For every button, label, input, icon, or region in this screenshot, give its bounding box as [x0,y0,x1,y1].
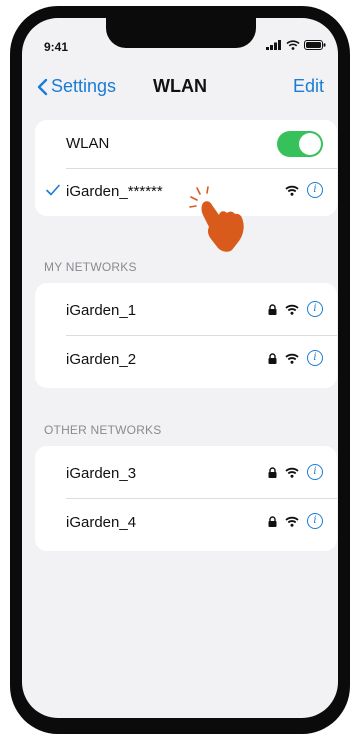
navigation-bar: WLAN Settings Edit [22,68,338,100]
section-header-other-networks: OTHER NETWORKS [44,423,162,437]
phone-side-button [14,274,22,330]
other-networks-card: iGarden_3 i iGarden_4 i [35,446,337,551]
network-row[interactable]: iGarden_2 i [35,336,337,384]
network-row[interactable]: iGarden_3 i [35,450,337,498]
wifi-icon [285,353,299,364]
back-chevron-icon [37,78,48,95]
section-header-my-networks: MY NETWORKS [44,260,137,274]
info-icon[interactable]: i [307,513,323,529]
back-button-label: Settings [51,76,117,96]
wlan-toggle-switch[interactable] [277,131,323,157]
wifi-icon [285,516,299,527]
network-name: iGarden_1 [66,302,137,319]
network-name: iGarden_3 [66,465,137,482]
lock-icon [268,515,277,527]
battery-icon [304,40,326,50]
edit-button[interactable]: Edit [293,76,324,97]
wifi-icon [285,304,299,315]
status-time: 9:41 [44,40,69,54]
connected-network-name: iGarden_****** [66,183,163,200]
row-icons: i [268,350,323,366]
phone-frame: 9:41 WLAN Settings Edit WLAN iGarden_***… [10,6,350,734]
checkmark-icon [46,184,60,196]
lock-icon [268,352,277,364]
wlan-toggle-row: WLAN [35,120,337,168]
status-icons [266,40,326,50]
network-row[interactable]: iGarden_4 i [35,499,337,547]
row-icons: i [285,182,323,198]
phone-screen: 9:41 WLAN Settings Edit WLAN iGarden_***… [22,18,338,718]
back-button[interactable]: Settings [36,76,116,97]
row-icons: i [268,301,323,317]
phone-side-button [14,204,22,260]
network-name: iGarden_4 [66,514,137,531]
notch [106,18,256,48]
wifi-icon [285,467,299,478]
phone-side-button [14,151,22,181]
info-icon[interactable]: i [307,350,323,366]
info-icon[interactable]: i [307,182,323,198]
info-icon[interactable]: i [307,464,323,480]
lock-icon [268,303,277,315]
wlan-toggle-label: WLAN [66,135,110,152]
cellular-signal-icon [266,40,281,50]
info-icon[interactable]: i [307,301,323,317]
network-row[interactable]: iGarden_1 i [35,287,337,335]
toggle-knob [299,133,321,155]
row-icons: i [268,464,323,480]
network-name: iGarden_2 [66,351,137,368]
row-icons: i [268,513,323,529]
my-networks-card: iGarden_1 i iGarden_2 i [35,283,337,388]
wifi-status-icon [286,40,300,50]
lock-icon [268,466,277,478]
wifi-icon [285,185,299,196]
tap-hand-icon [189,186,244,252]
